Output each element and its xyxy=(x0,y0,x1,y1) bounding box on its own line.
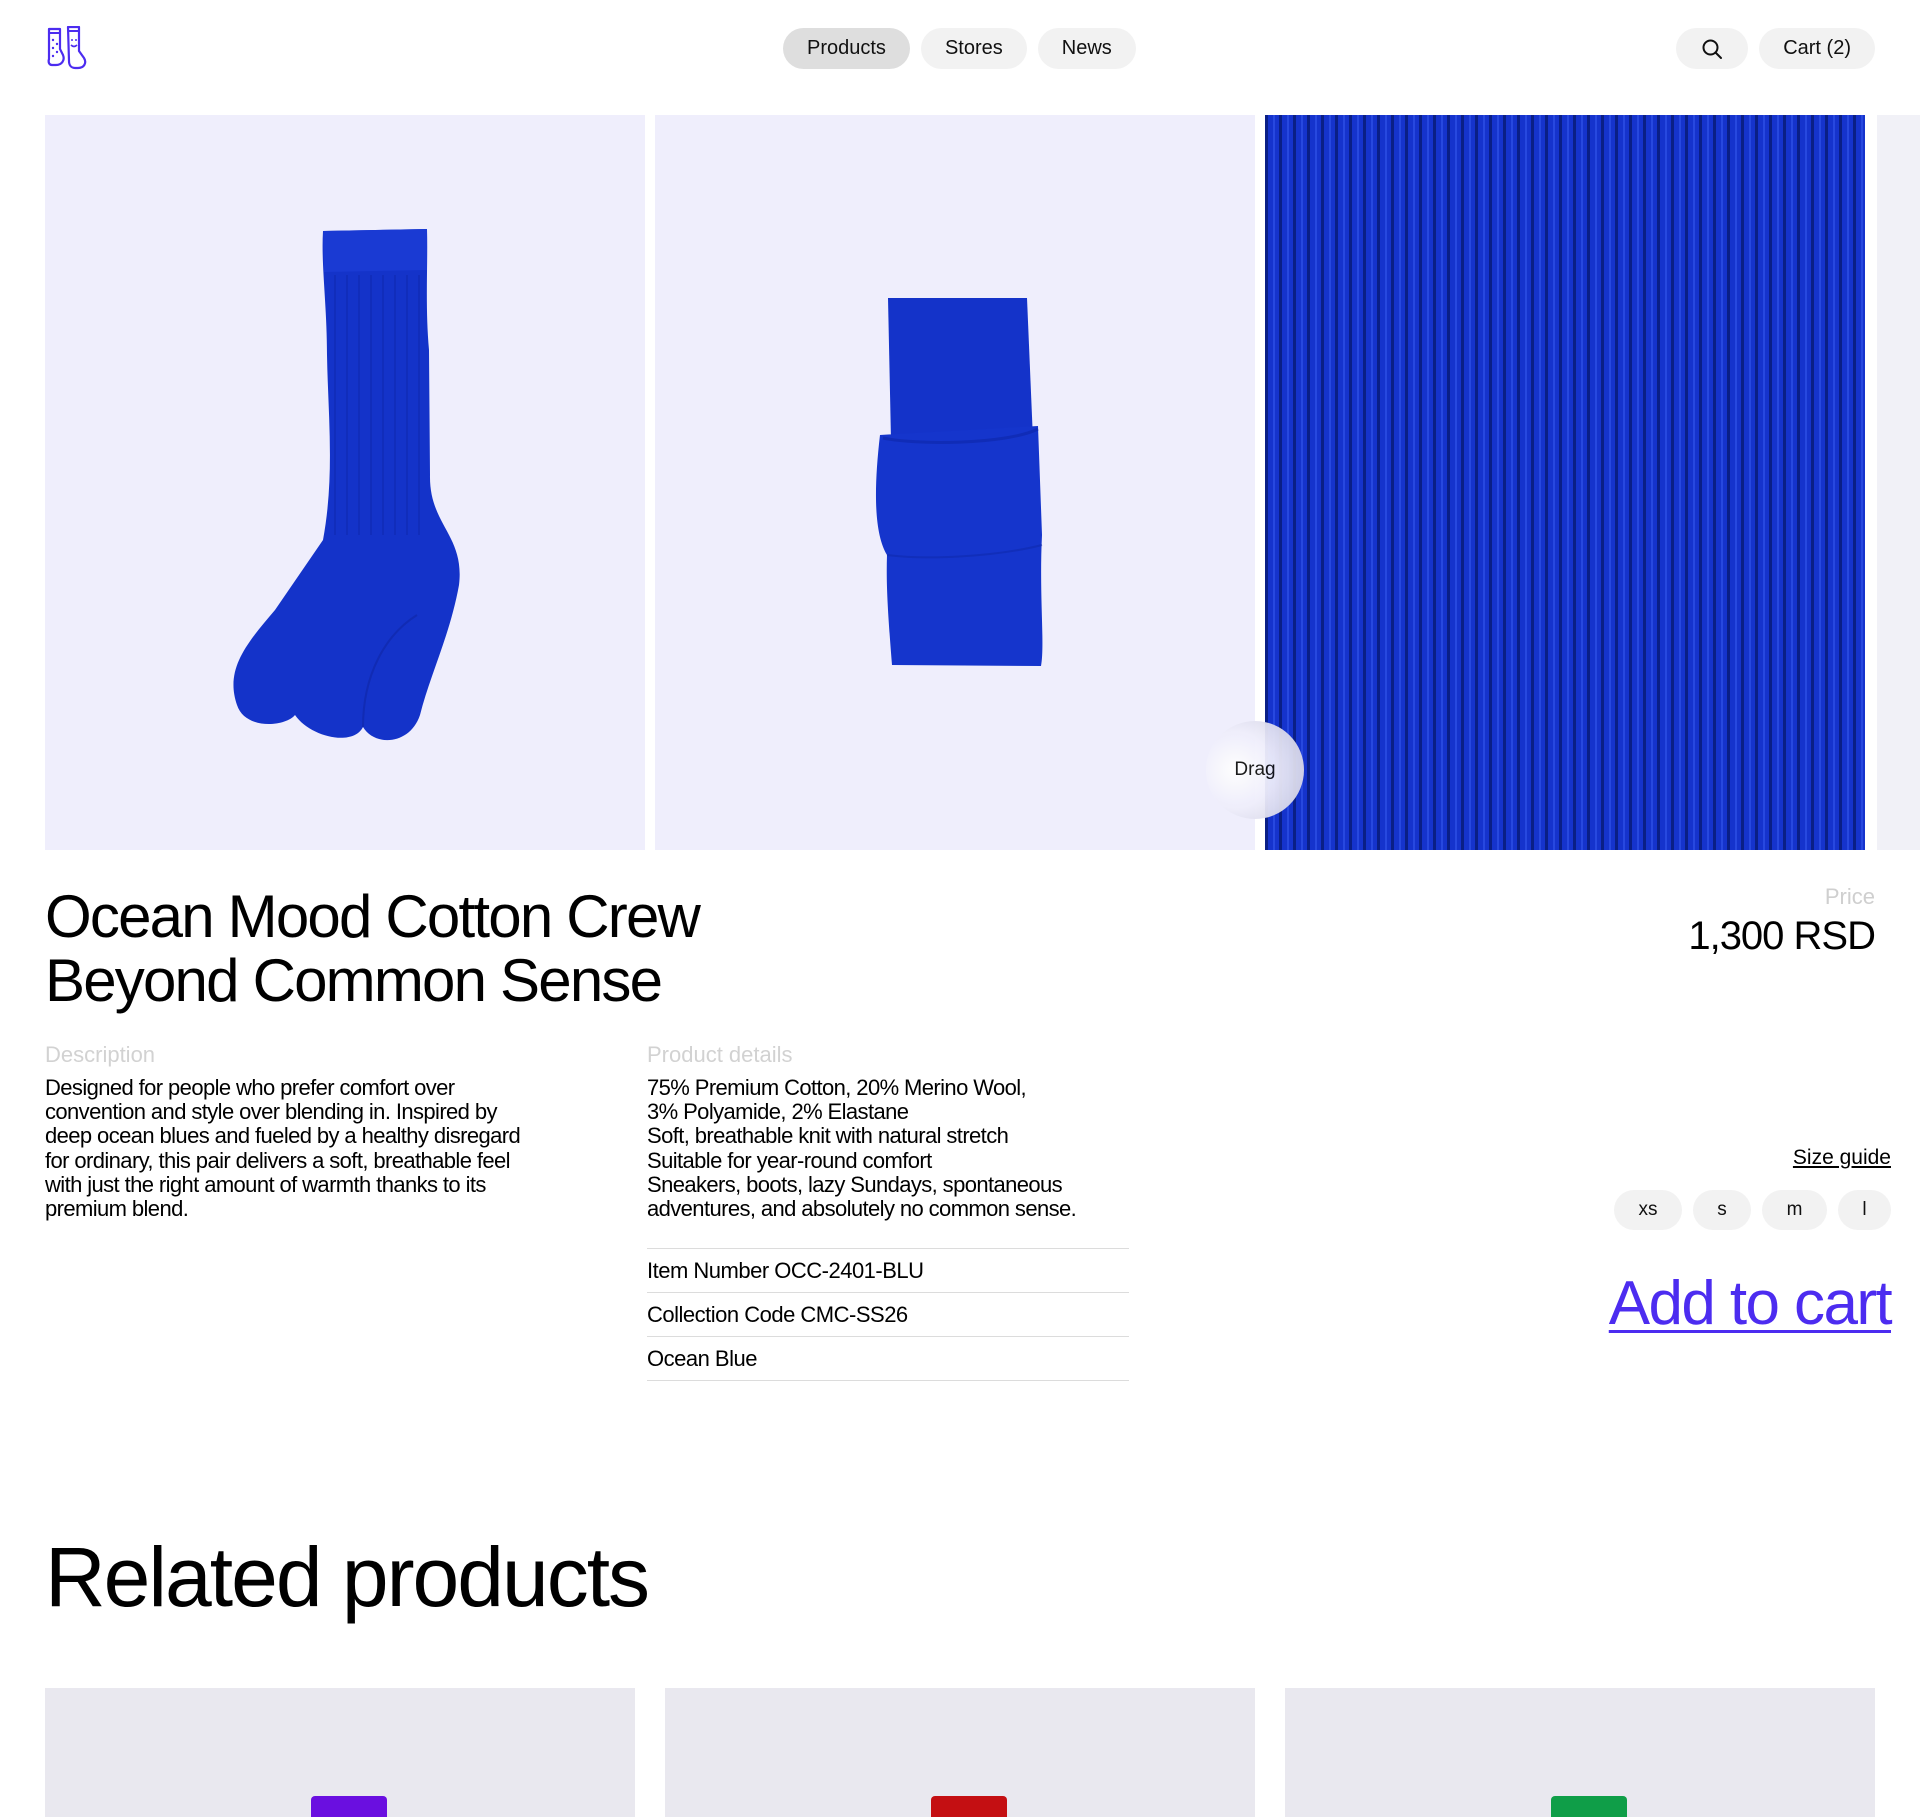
details-line: Sneakers, boots, lazy Sundays, spontaneo… xyxy=(647,1171,1063,1197)
related-products-grid xyxy=(45,1688,1875,1817)
add-to-cart-button[interactable]: Add to cart xyxy=(1609,1268,1893,1339)
related-product-card[interactable] xyxy=(45,1688,635,1817)
product-gallery[interactable] xyxy=(45,115,1920,850)
search-icon xyxy=(1702,39,1723,59)
gallery-image-sock-side xyxy=(45,115,645,850)
gallery-image-fabric-closeup xyxy=(1265,115,1865,850)
related-product-card[interactable] xyxy=(665,1688,1255,1817)
nav-products[interactable]: Products xyxy=(783,28,910,69)
size-option-xs[interactable]: xs xyxy=(1614,1190,1682,1230)
size-selector: xs s m l xyxy=(1614,1190,1891,1230)
socks-logo-icon xyxy=(47,25,87,70)
nav-news[interactable]: News xyxy=(1037,28,1136,69)
product-title: Ocean Mood Cotton Crew Beyond Common Sen… xyxy=(45,883,701,1014)
related-product-card[interactable] xyxy=(1285,1688,1875,1817)
size-option-s[interactable]: s xyxy=(1693,1190,1751,1230)
product-price: 1,300 RSD xyxy=(1688,914,1876,958)
spec-table: Item Number OCC-2401-BLU Collection Code… xyxy=(647,1248,1129,1381)
related-product-sock-image xyxy=(1551,1796,1627,1817)
site-header: Products Stores News Cart (2) xyxy=(0,0,1920,98)
size-option-m[interactable]: m xyxy=(1762,1190,1827,1230)
related-product-sock-image xyxy=(931,1796,1007,1817)
search-button[interactable] xyxy=(1676,28,1749,69)
size-option-l[interactable]: l xyxy=(1838,1190,1891,1230)
product-title-line1: Ocean Mood Cotton Crew xyxy=(45,883,701,950)
spec-item-number: Item Number OCC-2401-BLU xyxy=(647,1249,1129,1293)
related-product-sock-image xyxy=(311,1796,387,1817)
main-nav: Products Stores News xyxy=(783,28,1136,69)
details-line: 3% Polyamide, 2% Elastane xyxy=(647,1099,909,1125)
description-label: Description xyxy=(45,1042,156,1067)
sock-side-image xyxy=(233,229,460,741)
details-label: Product details xyxy=(647,1042,793,1067)
product-description: Designed for people who prefer comfort o… xyxy=(45,1075,521,1222)
product-title-line2: Beyond Common Sense xyxy=(45,947,663,1014)
product-details: 75% Premium Cotton, 20% Merino Wool, 3% … xyxy=(647,1075,1147,1222)
sock-folded-image xyxy=(875,298,1043,666)
nav-stores[interactable]: Stores xyxy=(920,28,1027,69)
price-label: Price xyxy=(1824,884,1875,909)
details-line: Soft, breathable knit with natural stret… xyxy=(647,1123,1009,1149)
gallery-image-next-peek xyxy=(1877,115,1920,850)
details-line: adventures, and absolutely no common sen… xyxy=(647,1196,1077,1222)
socks-logo[interactable] xyxy=(44,25,90,70)
drag-cursor[interactable]: Drag xyxy=(1206,721,1304,819)
spec-collection-code: Collection Code CMC-SS26 xyxy=(647,1293,1129,1337)
details-line: Suitable for year-round comfort xyxy=(647,1147,932,1173)
header-actions: Cart (2) xyxy=(1676,28,1875,69)
cart-button[interactable]: Cart (2) xyxy=(1759,28,1875,69)
related-products-title: Related products xyxy=(45,1530,650,1624)
spec-color: Ocean Blue xyxy=(647,1337,1129,1381)
size-guide-link[interactable]: Size guide xyxy=(1793,1146,1891,1170)
details-line: 75% Premium Cotton, 20% Merino Wool, xyxy=(647,1075,1027,1100)
gallery-image-sock-folded xyxy=(655,115,1255,850)
fabric-texture-image xyxy=(1265,115,1865,850)
